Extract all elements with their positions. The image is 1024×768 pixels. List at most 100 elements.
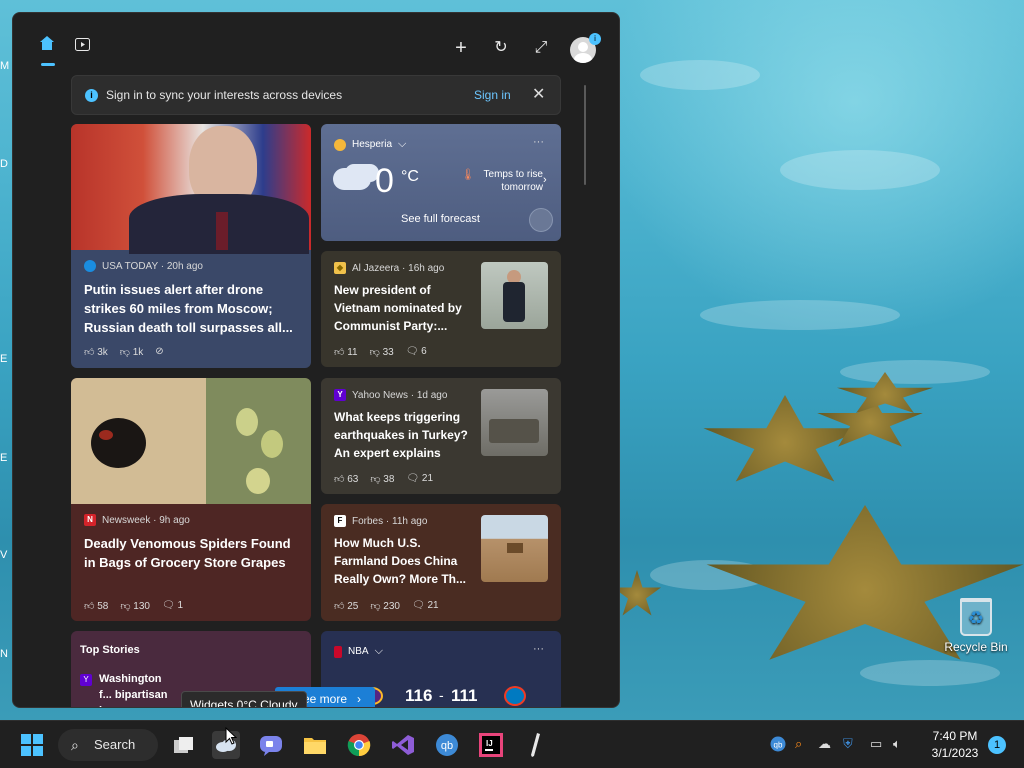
recycle-bin[interactable]: ♻ Recycle Bin bbox=[944, 598, 1008, 654]
dislike-button[interactable]: 👎︎ 38 bbox=[370, 473, 394, 485]
comment-button[interactable]: 🗨︎ 1 bbox=[162, 600, 183, 612]
news-source: Y Yahoo News · 1d ago bbox=[334, 389, 447, 401]
desktop-icon-label-edge[interactable]: V bbox=[0, 549, 7, 561]
widgets-tooltip: Widgets 0°C Cloudy bbox=[181, 691, 307, 707]
chrome-icon[interactable] bbox=[345, 731, 373, 759]
start-button[interactable] bbox=[18, 731, 46, 759]
news-headline[interactable]: How Much U.S. Farmland Does China Really… bbox=[334, 534, 474, 588]
news-card[interactable]: F Forbes · 11h ago How Much U.S. Farmlan… bbox=[321, 504, 561, 621]
info-icon: i bbox=[85, 89, 98, 102]
weather-card[interactable]: Hesperia ⌵ ··· 0 °C Temps to rise tomorr… bbox=[321, 124, 561, 241]
teams-chat-icon[interactable] bbox=[257, 731, 285, 759]
chevron-down-icon: ⌵ bbox=[374, 645, 383, 657]
search-icon: ⌕ bbox=[71, 737, 79, 753]
clock[interactable]: 7:40 PM 3/1/2023 bbox=[920, 728, 990, 762]
expand-icon[interactable]: ⤢ bbox=[527, 34, 555, 62]
qbittorrent-tray-icon[interactable]: qb bbox=[770, 736, 786, 755]
sun-icon bbox=[334, 138, 346, 151]
search-tray-icon[interactable]: ⌕ bbox=[795, 736, 802, 752]
more-options-icon[interactable]: ··· bbox=[533, 643, 544, 655]
nba-score-home: 116 bbox=[405, 686, 433, 705]
intellij-icon[interactable]: IJ bbox=[477, 731, 505, 759]
qbittorrent-icon[interactable]: qb bbox=[433, 731, 461, 759]
search-button[interactable]: ⌕ Search bbox=[58, 729, 158, 761]
file-explorer-icon[interactable] bbox=[301, 731, 329, 759]
desktop-icon-label-edge[interactable]: E bbox=[0, 353, 7, 365]
security-shield-icon[interactable]: ⛨ bbox=[843, 736, 853, 752]
top-stories-title: Top Stories bbox=[80, 644, 140, 656]
add-widget-icon[interactable]: + bbox=[447, 34, 475, 62]
like-button[interactable]: 👍︎ 11 bbox=[334, 346, 358, 358]
news-headline[interactable]: What keeps triggering earthquakes in Tur… bbox=[334, 408, 474, 462]
see-full-forecast-link[interactable]: See full forecast bbox=[401, 213, 480, 225]
chevron-right-icon: › bbox=[543, 174, 547, 186]
signin-link[interactable]: Sign in bbox=[474, 88, 511, 102]
news-headline[interactable]: Deadly Venomous Spiders Found in Bags of… bbox=[84, 534, 304, 572]
widgets-panel: + ↻ ⤢ i i Sign in to sync your interests… bbox=[12, 12, 620, 708]
visual-studio-icon[interactable] bbox=[389, 731, 417, 759]
desktop-icon-label-edge[interactable]: N bbox=[0, 648, 8, 660]
comment-button[interactable]: 🗨︎ 21 bbox=[412, 600, 439, 612]
onedrive-offline-icon[interactable]: ☁ bbox=[818, 736, 831, 752]
map-icon[interactable] bbox=[529, 208, 553, 232]
aljazeera-logo-icon: ◆ bbox=[334, 262, 346, 274]
home-tab-indicator bbox=[41, 63, 55, 66]
nba-header[interactable]: NBA ⌵ bbox=[334, 645, 383, 658]
news-reactions: 👍︎ 11 👎︎ 33 🗨︎ 6 bbox=[334, 346, 427, 358]
refresh-icon[interactable]: ↻ bbox=[487, 34, 515, 62]
yahoo-logo-icon: Y bbox=[334, 389, 346, 401]
chevron-down-icon: ⌵ bbox=[398, 138, 407, 150]
mouse-cursor-icon bbox=[225, 727, 237, 745]
news-card[interactable]: ◆ Al Jazeera · 16h ago New president of … bbox=[321, 251, 561, 367]
weather-unit[interactable]: °C bbox=[401, 168, 419, 186]
top-story-headline[interactable]: Washington f... bipartisan iss... bbox=[99, 671, 169, 707]
scrollbar[interactable] bbox=[584, 85, 586, 185]
like-button[interactable]: 👍︎ 63 bbox=[334, 473, 358, 485]
comment-button[interactable]: 🗨︎ 6 bbox=[406, 346, 427, 358]
news-thumbnail bbox=[481, 515, 548, 582]
desktop-icon-label-edge[interactable]: M bbox=[0, 60, 9, 72]
notification-badge[interactable]: 1 bbox=[988, 736, 1006, 754]
news-source: ◆ Al Jazeera · 16h ago bbox=[334, 262, 444, 274]
like-button[interactable]: 👍︎ 25 bbox=[334, 600, 358, 612]
desktop-icon-label-edge[interactable]: D bbox=[0, 158, 8, 170]
weather-location[interactable]: Hesperia ⌵ bbox=[334, 138, 406, 151]
like-button[interactable]: 👍︎ 3k bbox=[84, 346, 108, 358]
taskbar: ⌕ Search qb IJ qb ⌕ ☁ ⛨ ▭ 🔈︎ 7:40 PM 3/1… bbox=[0, 720, 1024, 768]
volume-icon[interactable]: 🔈︎ bbox=[893, 736, 901, 752]
weather-temp: 0 bbox=[375, 162, 394, 200]
close-icon[interactable]: ✕ bbox=[532, 84, 545, 104]
profile-info-badge: i bbox=[589, 33, 601, 45]
svg-text:qb: qb bbox=[441, 740, 453, 752]
clock-date: 3/1/2023 bbox=[931, 746, 979, 760]
windows-logo-icon bbox=[21, 734, 43, 756]
comment-button[interactable]: 🗨︎ 21 bbox=[406, 473, 433, 485]
nba-score-separator: - bbox=[439, 687, 444, 703]
task-view-icon[interactable] bbox=[170, 731, 198, 759]
more-options-icon[interactable]: ··· bbox=[533, 136, 544, 148]
news-card[interactable]: N Newsweek · 9h ago Deadly Venomous Spid… bbox=[71, 378, 311, 621]
dislike-button[interactable]: 👎︎ 33 bbox=[370, 346, 394, 358]
news-thumbnail bbox=[481, 389, 548, 456]
usatoday-logo-icon bbox=[84, 260, 96, 272]
news-card[interactable]: Y Yahoo News · 1d ago What keeps trigger… bbox=[321, 378, 561, 494]
network-icon[interactable]: ▭ bbox=[870, 736, 882, 752]
home-icon[interactable] bbox=[33, 33, 61, 61]
signin-message: Sign in to sync your interests across de… bbox=[106, 88, 343, 102]
weather-alert[interactable]: Temps to rise tomorrow bbox=[463, 168, 543, 194]
video-icon[interactable] bbox=[68, 33, 96, 61]
news-headline[interactable]: New president of Vietnam nominated by Co… bbox=[334, 281, 474, 335]
news-card[interactable]: USA TODAY · 20h ago Putin issues alert a… bbox=[71, 124, 311, 368]
dislike-button[interactable]: 👎︎ 1k bbox=[120, 346, 144, 358]
desktop-icon-label-edge[interactable]: E bbox=[0, 452, 7, 464]
forbes-logo-icon: F bbox=[334, 515, 346, 527]
news-reactions: 👍︎ 25 👎︎ 230 🗨︎ 21 bbox=[334, 600, 439, 612]
news-headline[interactable]: Putin issues alert after drone strikes 6… bbox=[84, 280, 304, 337]
dislike-button[interactable]: 👎︎ 230 bbox=[370, 600, 400, 612]
clock-time: 7:40 PM bbox=[932, 729, 978, 743]
svg-text:IJ: IJ bbox=[486, 739, 493, 748]
comments-off-icon: ⊘ bbox=[155, 346, 164, 357]
like-button[interactable]: 👍︎ 58 bbox=[84, 600, 108, 612]
dislike-button[interactable]: 👎︎ 130 bbox=[120, 600, 150, 612]
pen-tool-icon[interactable] bbox=[521, 731, 549, 759]
